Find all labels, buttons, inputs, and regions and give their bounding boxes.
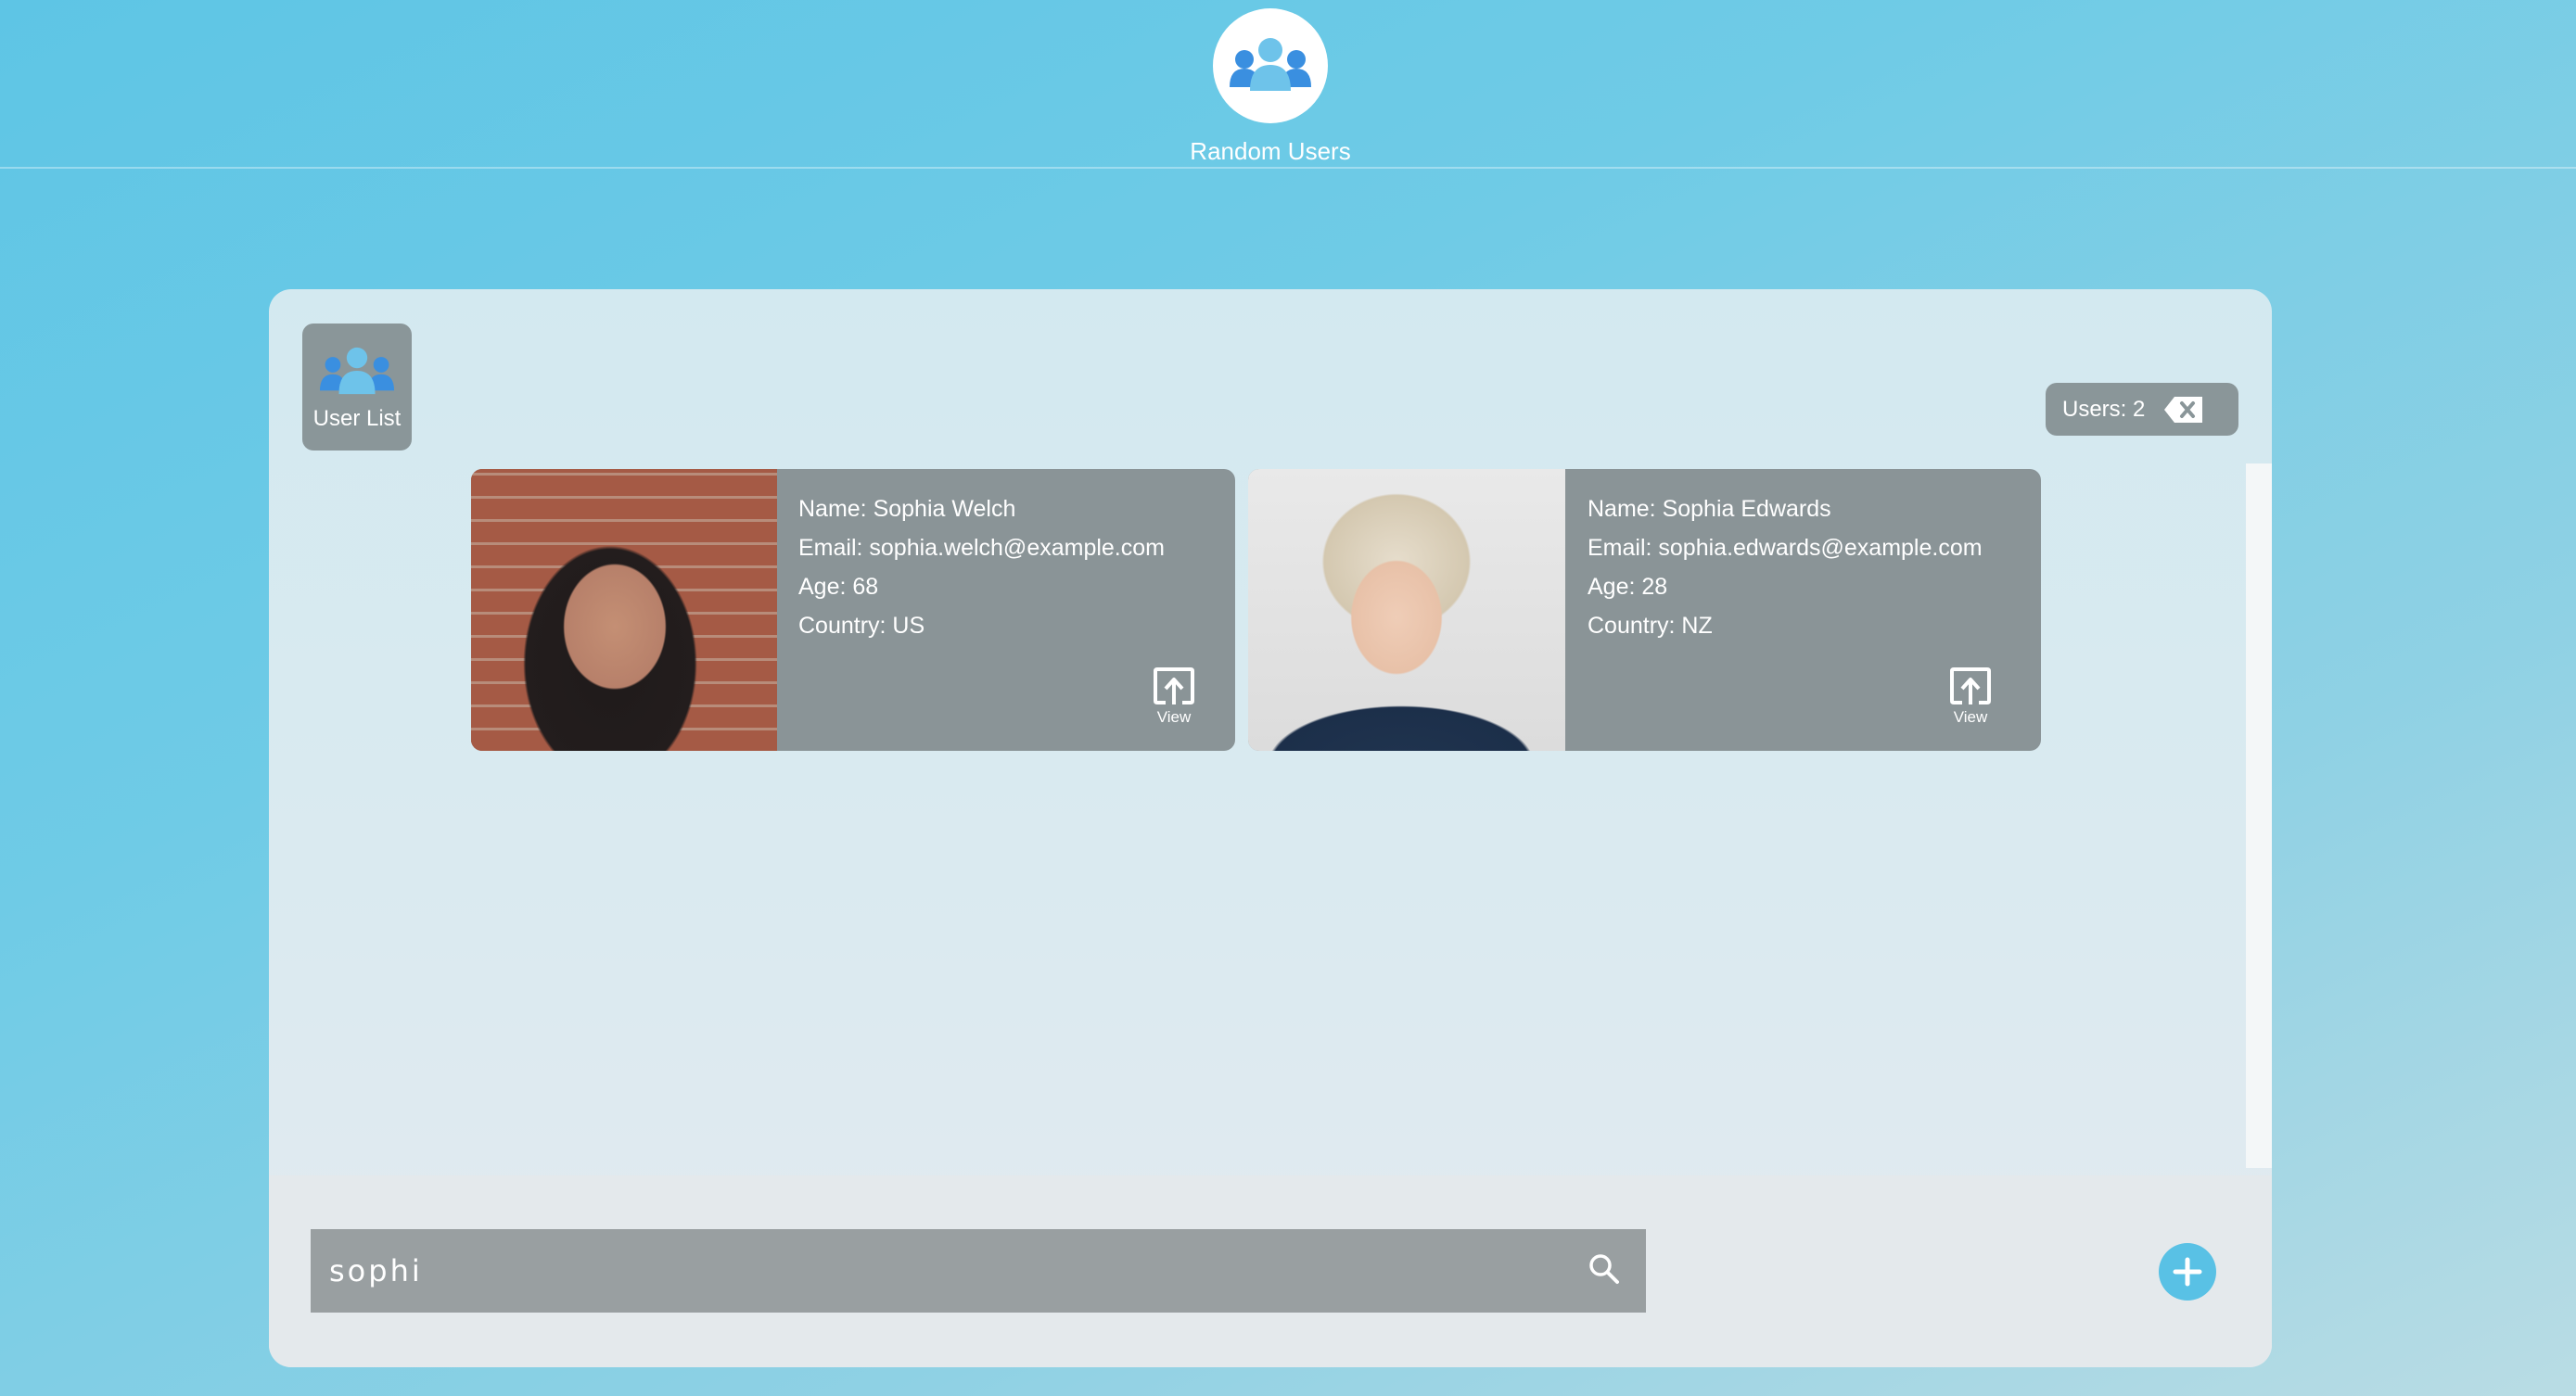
user-email: Email: sophia.edwards@example.com (1588, 535, 1983, 561)
user-photo (1248, 469, 1565, 751)
user-country: Country: NZ (1588, 613, 1713, 639)
user-country: Country: US (798, 613, 925, 639)
search-icon[interactable] (1588, 1253, 1620, 1289)
view-user-button[interactable]: View (1938, 666, 2003, 727)
view-user-button[interactable]: View (1141, 666, 1206, 727)
plus-icon (2173, 1257, 2202, 1287)
user-photo (471, 469, 777, 751)
user-list-panel: User List Users: 2 Name: Sophia Welch Em… (269, 289, 2272, 1367)
user-name: Name: Sophia Edwards (1588, 496, 1831, 522)
open-view-icon (1950, 667, 1991, 704)
user-info: Name: Sophia Edwards Email: sophia.edwar… (1588, 489, 1983, 645)
user-card: Name: Sophia Welch Email: sophia.welch@e… (471, 469, 1235, 751)
users-group-icon (1213, 8, 1328, 123)
view-label: View (1953, 708, 1988, 726)
user-card: Name: Sophia Edwards Email: sophia.edwar… (1248, 469, 2041, 751)
backspace-clear-icon (2164, 396, 2203, 423)
tab-user-list[interactable]: User List (302, 324, 412, 451)
add-user-button[interactable] (2159, 1243, 2216, 1301)
clear-users-button[interactable] (2163, 395, 2204, 425)
users-group-icon (316, 346, 398, 400)
user-email: Email: sophia.welch@example.com (798, 535, 1165, 561)
users-count-badge: Users: 2 (2046, 383, 2238, 436)
panel-footer (269, 1175, 2272, 1367)
user-age: Age: 28 (1588, 574, 1668, 600)
user-name: Name: Sophia Welch (798, 496, 1016, 522)
search-bar (311, 1228, 1646, 1314)
tab-user-list-label: User List (312, 406, 402, 431)
open-view-icon (1154, 667, 1194, 704)
user-info: Name: Sophia Welch Email: sophia.welch@e… (798, 489, 1165, 645)
search-input[interactable] (311, 1228, 1588, 1314)
users-count-label: Users: 2 (2062, 396, 2146, 422)
user-age: Age: 68 (798, 574, 879, 600)
app-header: Random Users (0, 0, 2576, 169)
app-title: Random Users (1190, 137, 1351, 165)
list-scrollbar[interactable] (2246, 463, 2272, 1168)
view-label: View (1156, 708, 1192, 726)
